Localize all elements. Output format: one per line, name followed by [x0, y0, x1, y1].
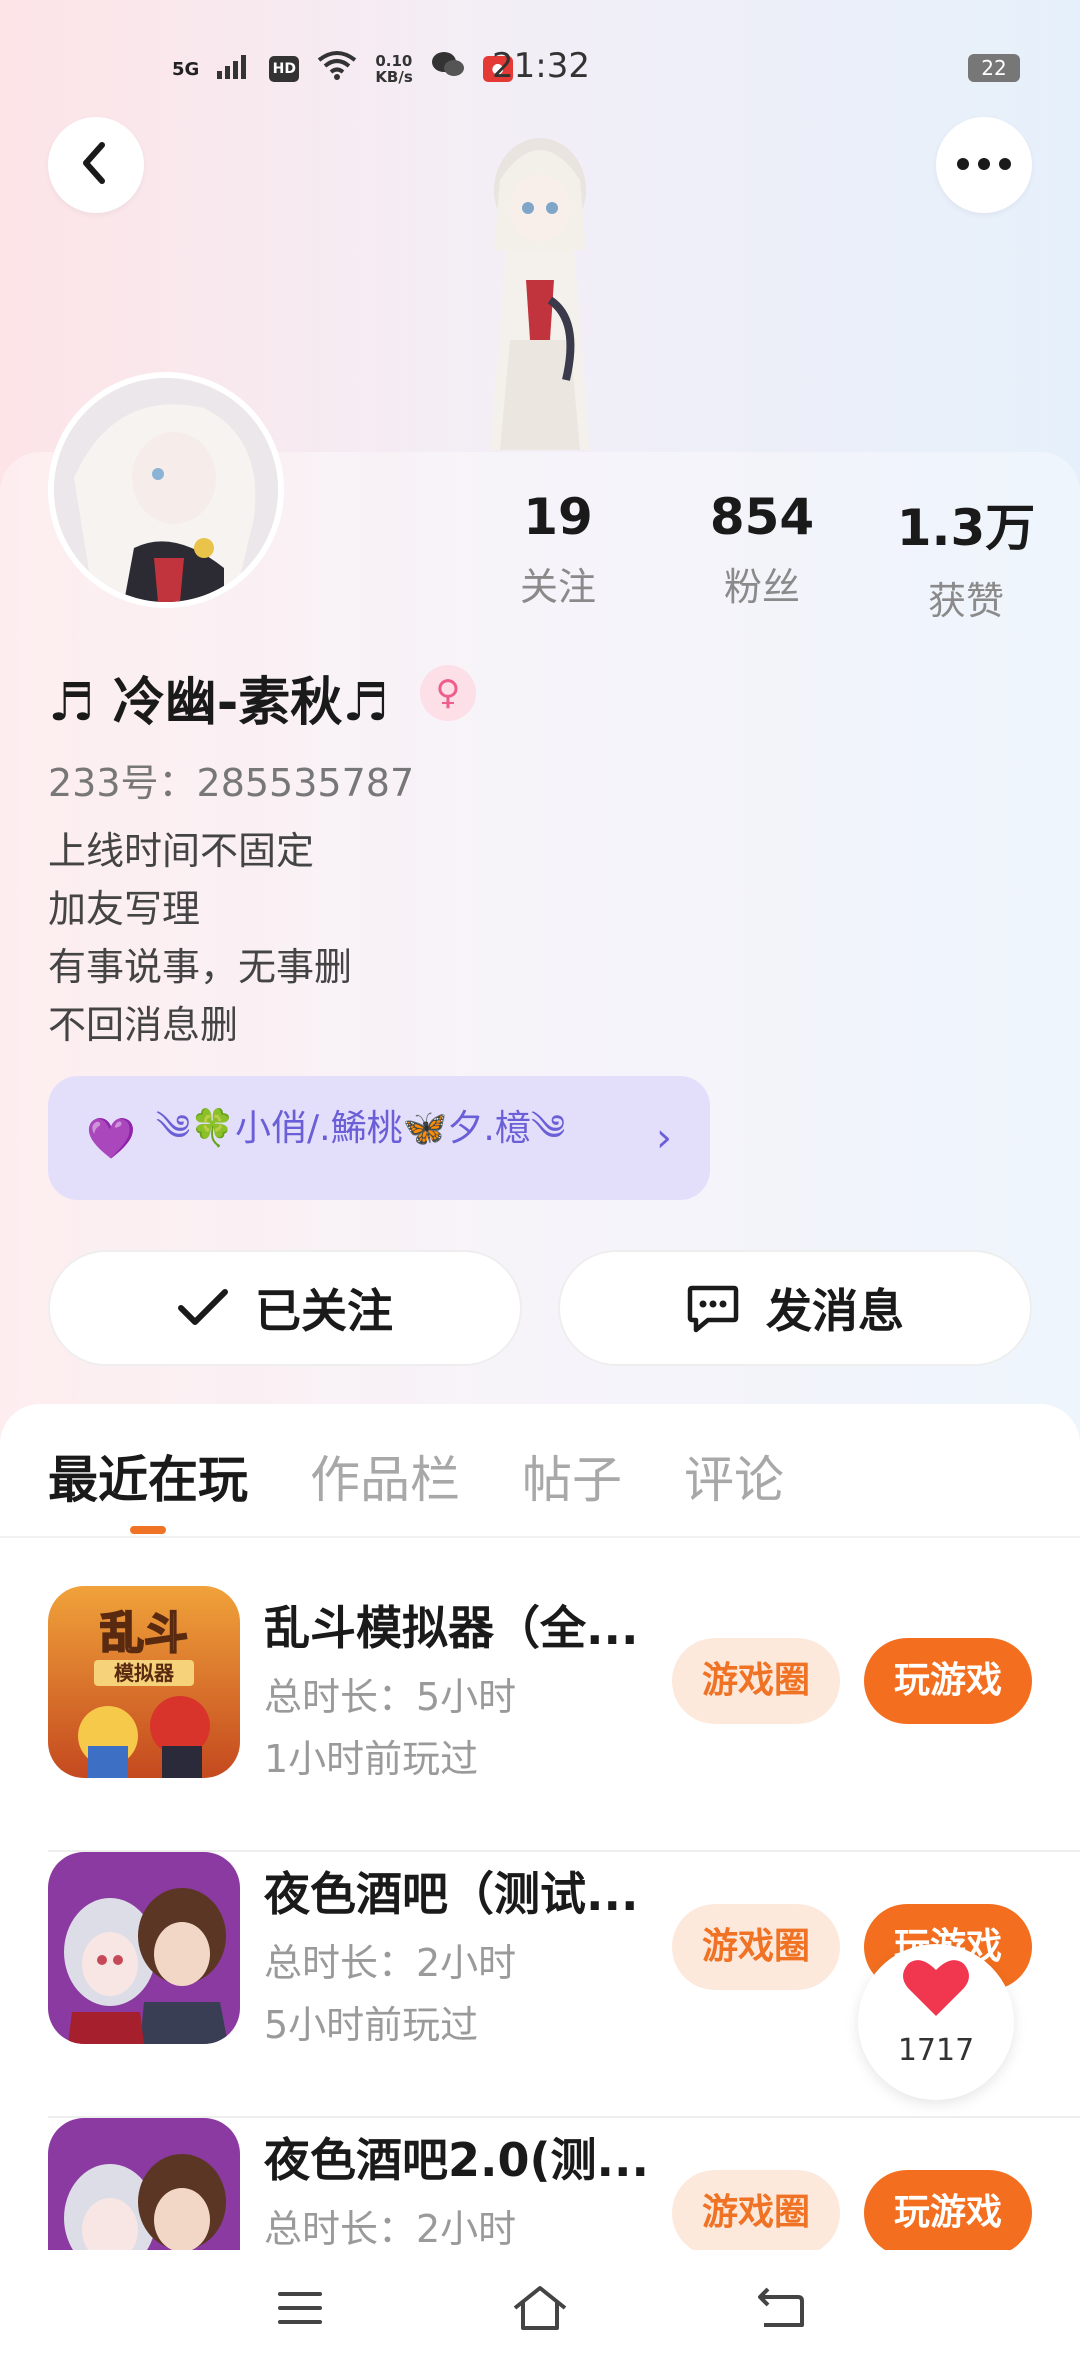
- stat-following-label: 关注: [519, 565, 596, 609]
- game-title: 夜色酒吧2.0(测...: [264, 2133, 649, 2187]
- like-floating-button[interactable]: 1717: [858, 1944, 1014, 2100]
- status-time: 21:32: [492, 46, 590, 86]
- network-speed: 0.10 KB/s: [375, 53, 412, 85]
- back-button[interactable]: [48, 117, 144, 213]
- system-navigation-bar: [0, 2250, 1080, 2376]
- home-icon: [511, 2284, 569, 2336]
- game-icon-subtitle: 模拟器: [114, 1661, 175, 1685]
- signal-icon: [217, 52, 251, 87]
- bio-line: 不回消息删: [48, 1003, 239, 1047]
- game-last-played: 1小时前玩过: [264, 1737, 479, 1781]
- divider: [0, 1536, 1080, 1538]
- send-message-button[interactable]: 发消息: [558, 1250, 1032, 1366]
- game-icon[interactable]: [48, 1852, 240, 2044]
- game-circle-button[interactable]: 游戏圈: [672, 2170, 840, 2256]
- stat-likes-label: 获赞: [927, 579, 1004, 623]
- stat-fans[interactable]: 854 粉丝: [682, 488, 842, 611]
- network-speed-value: 0.10: [375, 52, 413, 70]
- purple-heart-icon: 💜: [86, 1115, 136, 1162]
- bio-line: 加友写理: [48, 887, 201, 931]
- menu-button[interactable]: [270, 2280, 330, 2340]
- active-tab-indicator: [130, 1526, 166, 1534]
- avatar[interactable]: [48, 372, 284, 608]
- relationship-name: ༄🍀小俏/.鯑桃🦋夕.檍༄: [155, 1108, 566, 1149]
- chevron-right-icon: ›: [656, 1115, 672, 1161]
- hd-icon: HD: [269, 56, 300, 82]
- status-icons: 5G HD 0.10 KB/s ●: [172, 50, 513, 88]
- stat-fans-count: 854: [709, 488, 815, 546]
- stat-following[interactable]: 19 关注: [478, 488, 638, 611]
- game-circle-button[interactable]: 游戏圈: [672, 1638, 840, 1724]
- game-icon[interactable]: 乱斗 模拟器: [48, 1586, 240, 1778]
- tab-recently-played[interactable]: 最近在玩: [48, 1440, 248, 1512]
- bio-line: 有事说事，无事删: [48, 945, 353, 989]
- stat-fans-label: 粉丝: [723, 565, 800, 609]
- chat-bubble-icon: [686, 1282, 740, 1334]
- check-icon: [177, 1288, 229, 1328]
- wechat-icon: [431, 50, 465, 88]
- menu-icon: [276, 2288, 324, 2332]
- more-options-button[interactable]: [936, 117, 1032, 213]
- bio: 上线时间不固定 加友写理 有事说事，无事删 不回消息删: [48, 822, 352, 1054]
- game-play-duration: 总时长：5小时: [264, 1675, 517, 1719]
- stat-likes[interactable]: 1.3万 获赞: [886, 488, 1046, 625]
- status-bar: 5G HD 0.10 KB/s ● 21:32 22: [0, 40, 1080, 96]
- gender-female-icon: ♀: [420, 665, 476, 721]
- game-play-duration: 总时长：2小时: [264, 2207, 517, 2251]
- nav-back-button[interactable]: [750, 2280, 810, 2340]
- profile-tabs: 最近在玩 作品栏 帖子 评论: [48, 1440, 846, 1512]
- game-title: 乱斗模拟器（全...: [264, 1601, 639, 1655]
- battery-indicator: 22: [968, 54, 1020, 82]
- game-circle-button[interactable]: 游戏圈: [672, 1904, 840, 1990]
- relationship-pill[interactable]: 💜 ༄🍀小俏/.鯑桃🦋夕.檍༄ ›: [48, 1076, 710, 1200]
- network-indicator: 5G: [172, 58, 200, 80]
- game-icon-title: 乱斗: [100, 1608, 188, 1659]
- stat-likes-count: 1.3万: [896, 499, 1036, 557]
- wifi-icon: [317, 50, 357, 88]
- like-count: 1717: [897, 2033, 975, 2068]
- tab-works[interactable]: 作品栏: [310, 1440, 460, 1512]
- play-game-button[interactable]: 玩游戏: [864, 2170, 1032, 2256]
- game-play-duration: 总时长：2小时: [264, 1941, 517, 1985]
- user-id: 233号：285535787: [48, 761, 415, 805]
- tab-comments[interactable]: 评论: [684, 1440, 784, 1512]
- back-icon: [754, 2285, 806, 2335]
- character-avatar-figure[interactable]: [440, 130, 640, 460]
- game-list-item[interactable]: 乱斗 模拟器 乱斗模拟器（全... 总时长：5小时 1小时前玩过 游戏圈 玩游戏: [48, 1586, 1080, 1852]
- network-speed-unit: KB/s: [375, 68, 413, 86]
- followed-label: 已关注: [255, 1284, 393, 1338]
- stat-following-count: 19: [523, 488, 593, 546]
- home-button[interactable]: [510, 2280, 570, 2340]
- game-title: 夜色酒吧（测试...: [264, 1867, 639, 1921]
- followed-button[interactable]: 已关注: [48, 1250, 522, 1366]
- tab-posts[interactable]: 帖子: [522, 1440, 622, 1512]
- chevron-left-icon: [76, 141, 116, 189]
- game-last-played: 5小时前玩过: [264, 2003, 479, 2047]
- play-game-button[interactable]: 玩游戏: [864, 1638, 1032, 1724]
- nickname: ♬ 冷幽-素秋♬: [48, 673, 389, 733]
- heart-icon: [858, 1956, 1014, 2033]
- bio-line: 上线时间不固定: [48, 829, 315, 873]
- more-dots-icon: [956, 156, 1012, 175]
- send-message-label: 发消息: [766, 1284, 904, 1338]
